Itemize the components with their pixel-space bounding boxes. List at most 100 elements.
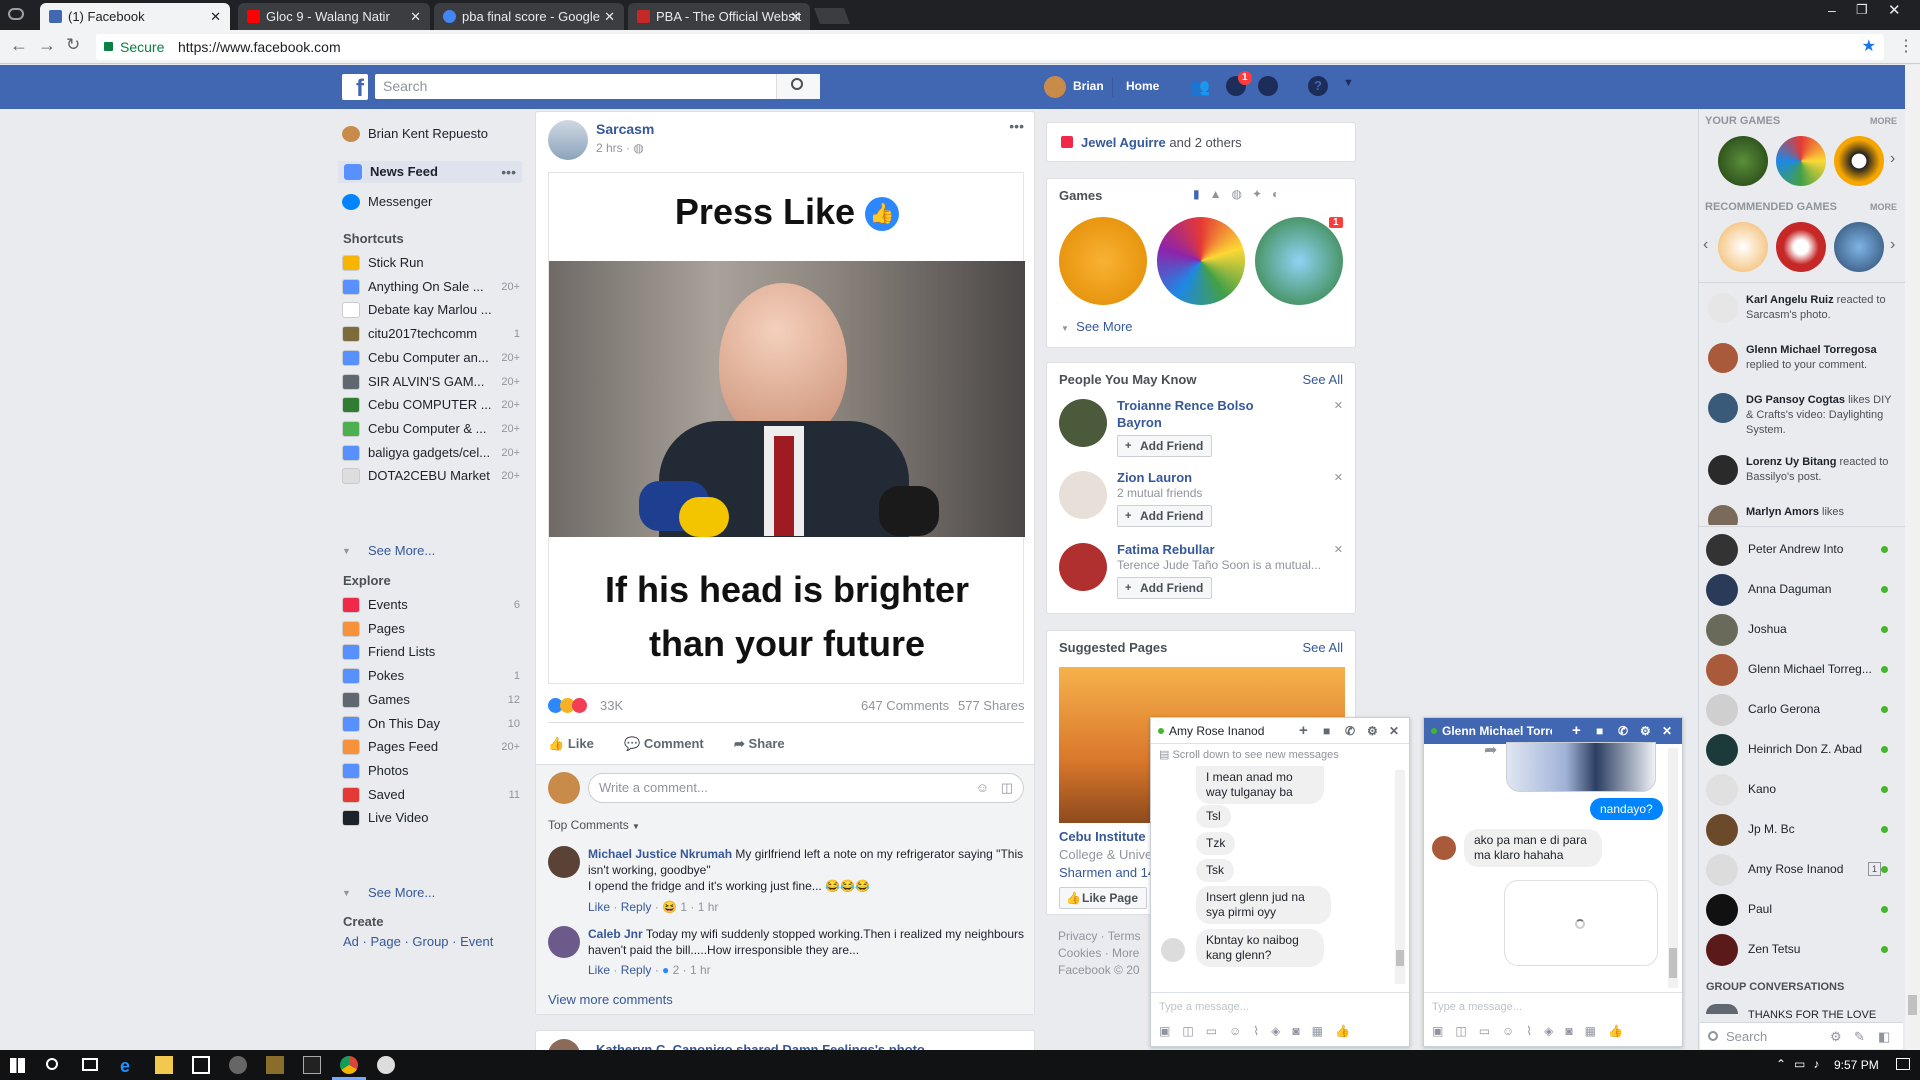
back-icon[interactable]: ← <box>10 35 28 56</box>
add-friend-button[interactable]: + Add Friend <box>1117 577 1213 599</box>
profile-link[interactable]: Brian Kent Repuesto <box>340 123 520 145</box>
dismiss-close-icon[interactable]: ✕ <box>1334 399 1343 412</box>
thumbs-up-icon[interactable]: ▲ <box>1210 187 1232 201</box>
account-menu-chevron-down-icon[interactable]: ▼ <box>1343 77 1354 89</box>
comment-time[interactable]: 1 hr <box>690 963 711 977</box>
ticker-item[interactable]: Glenn Michael Torregosa replied to your … <box>1700 343 1900 387</box>
contact-item[interactable]: Paul <box>1700 892 1900 928</box>
add-friend-button[interactable]: + Add Friend <box>1117 505 1213 527</box>
post-time[interactable]: 2 hrs · ◍ <box>596 141 644 155</box>
tab-youtube[interactable]: Gloc 9 - Walang Natir ✕ <box>238 3 430 30</box>
contact-item[interactable]: Zen Tetsu <box>1700 932 1900 968</box>
footer-line-2[interactable]: Cookies · More <box>1058 945 1140 962</box>
post-image[interactable]: Press Like 👍 If his head is brighter tha… <box>548 172 1025 684</box>
tab-facebook[interactable]: (1) Facebook ✕ <box>40 3 230 30</box>
contact-item[interactable]: Heinrich Don Z. Abad <box>1700 732 1900 768</box>
add-person-icon[interactable]: + <box>1572 718 1581 744</box>
pymk-name[interactable]: Troianne Rence Bolso Bayron <box>1117 397 1287 431</box>
sidebar-item-news-feed[interactable]: News Feed ••• <box>338 161 522 183</box>
star-icon[interactable]: ✦ <box>1252 187 1272 201</box>
pymk-avatar[interactable] <box>1059 399 1107 447</box>
sidebar-item[interactable]: Debate kay Marlou ... <box>340 299 520 321</box>
attach-icon[interactable]: ⌇ <box>1526 1024 1544 1038</box>
footer-line-1[interactable]: Privacy · Terms <box>1058 928 1140 945</box>
game-thumb-third[interactable] <box>1255 217 1343 305</box>
game-app-icon[interactable] <box>266 1056 284 1074</box>
comment-react-count[interactable]: 2 <box>673 963 680 977</box>
scrollbar-thumb[interactable] <box>1669 948 1677 978</box>
chrome-menu-icon[interactable]: ⋮ <box>1898 36 1914 56</box>
post-options-icon[interactable]: ••• <box>1009 118 1024 134</box>
browser-menu-icon[interactable] <box>8 8 24 20</box>
close-window-icon[interactable]: ✕ <box>1888 1 1901 19</box>
reactions-count[interactable]: 33K <box>600 698 623 713</box>
comment-avatar[interactable] <box>548 926 580 958</box>
notifications-icon[interactable] <box>1896 1058 1910 1070</box>
sidebar-item[interactable]: Games 12 <box>340 689 520 711</box>
like-thumb-icon[interactable]: 👍 <box>1608 1024 1635 1038</box>
address-bar[interactable]: Secure https://www.facebook.com ★ <box>96 34 1884 60</box>
shares-count[interactable]: 577 Shares <box>958 698 1025 713</box>
contact-item[interactable]: Carlo Gerona <box>1700 692 1900 728</box>
contact-item[interactable]: Peter Andrew Into <box>1700 532 1900 568</box>
store-icon[interactable] <box>192 1056 210 1074</box>
contact-item[interactable]: Jp M. Bc <box>1700 812 1900 848</box>
comment-author[interactable]: Michael Justice Nkrumah <box>588 847 732 861</box>
tab-google[interactable]: pba final score - Google ✕ <box>434 3 624 30</box>
birthday-text[interactable]: Jewel Aguirre and 2 others <box>1081 135 1242 150</box>
contact-item[interactable]: Anna Daguman <box>1700 572 1900 608</box>
sidebar-item[interactable]: Cebu Computer an... 20+ <box>340 347 520 369</box>
sticker-icon[interactable]: ◫ <box>1455 1024 1478 1038</box>
bookmark-icon[interactable]: ▮ <box>1193 187 1210 201</box>
contact-item[interactable]: Joshua <box>1700 612 1900 648</box>
chat-input[interactable]: Type a message... <box>1424 992 1682 1016</box>
game-thumb-tetris[interactable] <box>1157 217 1245 305</box>
photo-icon[interactable]: ▣ <box>1159 1024 1182 1038</box>
emoji-icon[interactable]: ☺ <box>1229 1024 1253 1038</box>
games-see-more[interactable]: ▼ See More <box>1061 319 1133 334</box>
help-icon[interactable]: ? <box>1308 76 1328 96</box>
games-prev-chevron-icon[interactable]: ‹ <box>1703 236 1708 254</box>
facebook-logo-icon[interactable]: f <box>342 74 368 102</box>
chat-name[interactable]: Amy Rose Inanod <box>1169 724 1264 738</box>
windows-start-icon[interactable] <box>10 1058 25 1073</box>
more-options-icon[interactable]: ••• <box>501 161 516 183</box>
sidebar-item[interactable]: Anything On Sale ... 20+ <box>340 276 520 298</box>
chrome-icon[interactable] <box>340 1056 358 1074</box>
game-icon-chess[interactable] <box>1718 136 1768 186</box>
calendar-icon[interactable]: ▦ <box>1312 1024 1335 1038</box>
pymk-name[interactable]: Zion Lauron <box>1117 469 1287 486</box>
like-thumb-icon[interactable]: 👍 <box>1335 1024 1362 1038</box>
sidebar-item[interactable]: On This Day 10 <box>340 713 520 735</box>
app-icon[interactable] <box>229 1056 247 1074</box>
close-icon[interactable]: ✕ <box>1389 718 1399 744</box>
close-icon[interactable]: ✕ <box>1662 718 1672 744</box>
phone-icon[interactable]: ✆ <box>1618 718 1628 744</box>
close-tab-icon[interactable]: ✕ <box>410 3 421 30</box>
profile-avatar[interactable] <box>1044 76 1066 98</box>
sidebar-item[interactable]: SIR ALVIN'S GAM... 20+ <box>340 371 520 393</box>
suggested-see-all[interactable]: See All <box>1303 640 1343 655</box>
sidebar-item[interactable]: Friend Lists <box>340 641 520 663</box>
settings-gear-icon[interactable]: ⚙ <box>1830 1023 1842 1050</box>
recommended-more-link[interactable]: MORE <box>1870 202 1897 212</box>
sidebar-item[interactable]: baligya gadgets/cel... 20+ <box>340 442 520 464</box>
comment-time[interactable]: 1 hr <box>698 900 719 914</box>
post-author-avatar[interactable] <box>548 120 588 160</box>
comment-button[interactable]: 💬 Comment <box>624 730 734 758</box>
top-comments-dropdown[interactable]: Top Comments ▼ <box>548 818 640 832</box>
contact-item[interactable]: Amy Rose Inanod 1 <box>1700 852 1900 888</box>
add-person-icon[interactable]: + <box>1299 718 1308 744</box>
explore-see-more[interactable]: ▼ See More... <box>340 882 520 904</box>
group-conversation-name[interactable]: THANKS FOR THE LOVE <box>1748 1009 1876 1021</box>
comment-like-link[interactable]: Like <box>588 963 610 977</box>
friend-requests-icon[interactable]: 👥 <box>1190 77 1212 96</box>
create-ad-link[interactable]: Ad <box>343 934 359 949</box>
sticker-icon[interactable]: ◫ <box>1182 1024 1205 1038</box>
game-icon-8ball[interactable] <box>1834 136 1884 186</box>
profile-link[interactable]: Brian <box>1073 79 1104 93</box>
create-event-link[interactable]: Event <box>460 934 493 949</box>
chat-input[interactable]: Type a message... <box>1151 992 1409 1016</box>
camera-icon[interactable]: ◙ <box>1292 1024 1311 1038</box>
game-icon[interactable]: ◈ <box>1271 1024 1292 1038</box>
